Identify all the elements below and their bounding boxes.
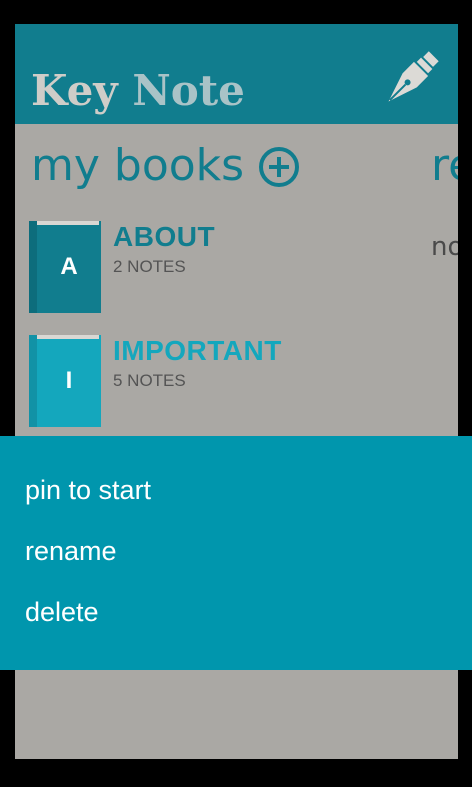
- book-item-about[interactable]: A ABOUT 2 NOTES: [29, 221, 449, 321]
- book-item-important[interactable]: I IMPORTANT 5 NOTES: [29, 335, 449, 435]
- section-title-my-books: my books: [31, 140, 245, 191]
- menu-item-pin-to-start[interactable]: pin to start: [25, 472, 151, 508]
- app-header: Key Note: [15, 24, 458, 124]
- next-pivot-title[interactable]: re: [431, 138, 458, 194]
- book-letter: A: [60, 253, 78, 280]
- book-note-count: 2 NOTES: [113, 257, 186, 276]
- book-note-count: 5 NOTES: [113, 371, 186, 390]
- book-letter: I: [65, 367, 73, 394]
- book-name: IMPORTANT: [113, 335, 282, 366]
- book-cover: A: [29, 221, 101, 313]
- menu-item-rename[interactable]: rename: [25, 533, 117, 569]
- pen-nib-icon[interactable]: [375, 50, 443, 112]
- app-title: Key Note: [31, 66, 245, 115]
- book-name: ABOUT: [113, 221, 216, 252]
- book-cover: I: [29, 335, 101, 427]
- context-menu: pin to start rename delete: [0, 436, 472, 670]
- plus-circle-icon[interactable]: [258, 146, 300, 188]
- menu-item-delete[interactable]: delete: [25, 594, 99, 630]
